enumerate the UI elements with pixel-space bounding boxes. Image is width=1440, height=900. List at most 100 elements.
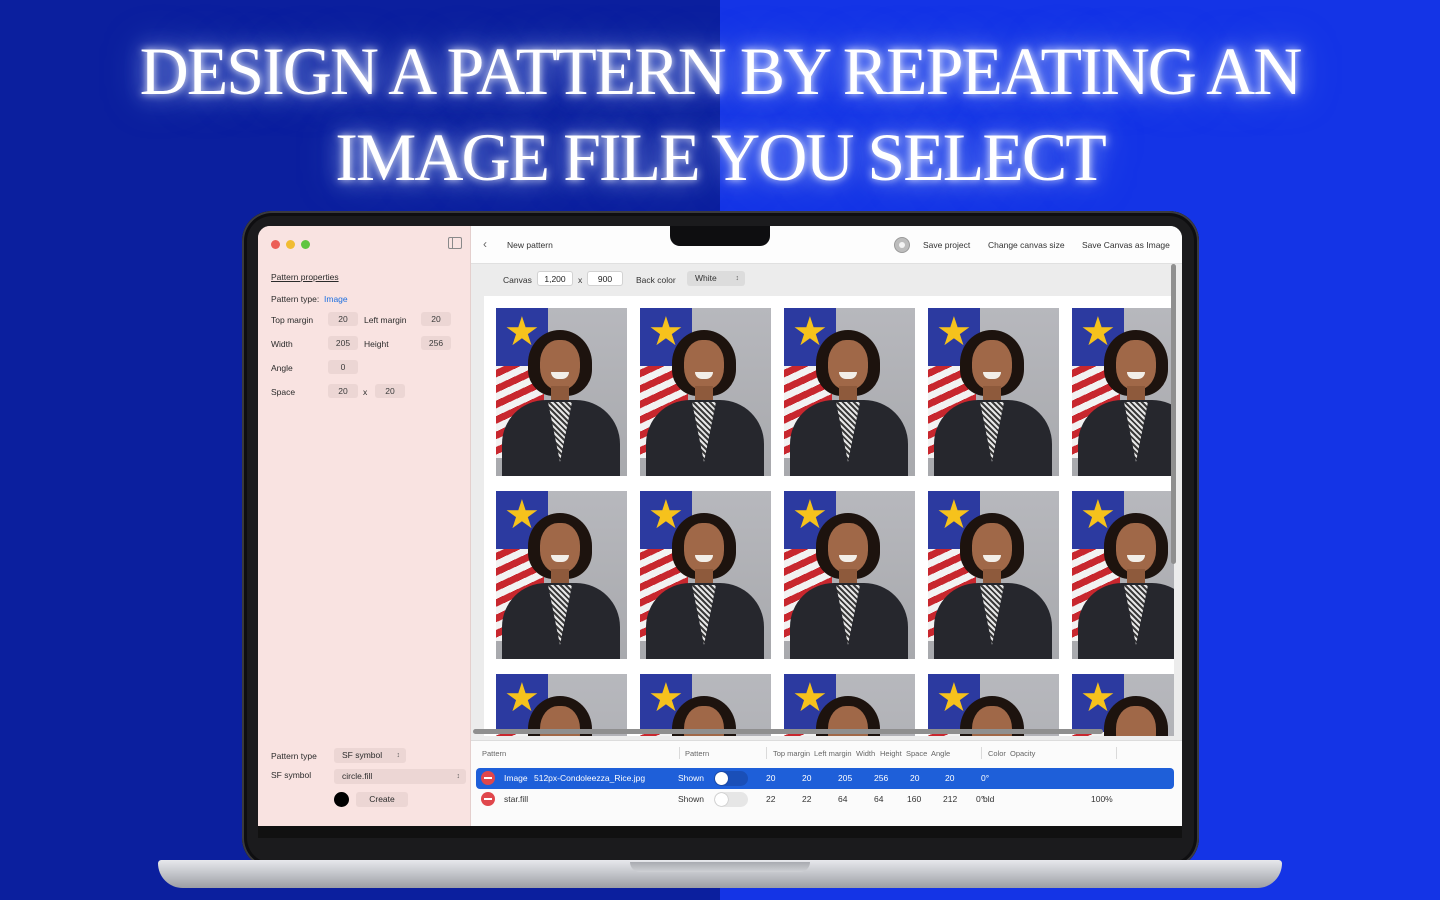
save-canvas-image-button[interactable]: Save Canvas as Image xyxy=(1082,240,1170,250)
chevron-left-icon[interactable]: ‹ xyxy=(483,237,487,251)
sf-symbol-popup[interactable]: circle.fill ↕ xyxy=(334,769,466,784)
up-down-chevron-icon: ↕ xyxy=(456,773,461,780)
create-button[interactable]: Create xyxy=(356,792,408,807)
row-space-x: 160 xyxy=(907,794,922,804)
close-window-button[interactable] xyxy=(271,240,280,249)
canvas[interactable]: ★ ★ ★ ★ ★ ★ ★ ★ ★ ★ ★ ★ ★ ★ ★ xyxy=(484,296,1174,736)
zoom-window-button[interactable] xyxy=(301,240,310,249)
top-margin-label: Top margin xyxy=(271,315,314,325)
left-margin-field[interactable]: 20 xyxy=(421,312,451,326)
space-x-field[interactable]: 20 xyxy=(328,384,358,398)
column-divider xyxy=(981,747,982,759)
portrait-face xyxy=(684,523,724,573)
pattern-tile: ★ xyxy=(1072,674,1174,736)
row-visibility: Shown xyxy=(678,794,704,804)
column-header[interactable]: Pattern xyxy=(482,749,506,758)
column-header[interactable]: Opacity xyxy=(1010,749,1035,758)
height-label: Height xyxy=(364,339,389,349)
pattern-tile: ★ xyxy=(928,674,1059,736)
column-divider xyxy=(1116,747,1117,759)
column-header[interactable]: Angle xyxy=(931,749,950,758)
row-name: 512px-Condoleezza_Rice.jpg xyxy=(534,773,646,783)
column-header[interactable]: Color xyxy=(988,749,1006,758)
portrait-face xyxy=(972,340,1012,390)
column-header[interactable]: Space xyxy=(906,749,927,758)
column-header[interactable]: Left margin xyxy=(814,749,852,758)
headline-line-1: DESIGN A PATTERN BY REPEATING AN xyxy=(139,33,1303,109)
canvas-scroll-area[interactable]: ★ ★ ★ ★ ★ ★ ★ ★ ★ ★ ★ ★ ★ ★ ★ xyxy=(471,294,1182,740)
row-angle: 0° xyxy=(981,773,990,783)
height-field[interactable]: 256 xyxy=(421,336,451,350)
pattern-type-value[interactable]: Image xyxy=(324,294,348,304)
star-icon: ★ xyxy=(792,492,828,538)
portrait-face xyxy=(684,340,724,390)
star-icon: ★ xyxy=(792,675,828,721)
pattern-tile: ★ xyxy=(496,491,627,659)
toggle-knob xyxy=(715,793,728,806)
portrait-face xyxy=(828,340,868,390)
row-space-y: 20 xyxy=(945,773,955,783)
portrait-face xyxy=(972,523,1012,573)
back-color-label: Back color xyxy=(636,275,676,285)
column-header[interactable]: Top margin xyxy=(773,749,810,758)
top-margin-field[interactable]: 20 xyxy=(328,312,358,326)
save-project-button[interactable]: Save project xyxy=(923,240,970,250)
angle-field[interactable]: 0 xyxy=(328,360,358,374)
pattern-tile: ★ xyxy=(640,674,771,736)
canvas-width-field[interactable]: 1,200 xyxy=(537,271,573,286)
pattern-tile: ★ xyxy=(784,491,915,659)
table-row[interactable]: Image 512px-Condoleezza_Rice.jpg Shown 2… xyxy=(476,768,1174,789)
canvas-height-field[interactable]: 900 xyxy=(587,271,623,286)
visibility-toggle[interactable] xyxy=(714,771,748,786)
star-icon: ★ xyxy=(1080,675,1116,721)
remove-row-icon[interactable] xyxy=(481,771,495,785)
pattern-type-popup-value: SF symbol xyxy=(342,750,383,760)
star-icon: ★ xyxy=(648,309,684,355)
star-icon: ★ xyxy=(504,309,540,355)
column-header[interactable]: Pattern xyxy=(685,749,709,758)
pattern-tile: ★ xyxy=(928,308,1059,476)
camera-notch xyxy=(670,226,770,246)
horizontal-scrollbar[interactable] xyxy=(473,729,1103,734)
headline-line-2: IMAGE FILE YOU SELECT xyxy=(335,119,1107,195)
gear-icon[interactable] xyxy=(894,237,910,253)
row-type: Image xyxy=(504,773,528,783)
row-name: star.fill xyxy=(504,794,529,804)
column-header[interactable]: Width xyxy=(856,749,875,758)
width-field[interactable]: 205 xyxy=(328,336,358,350)
color-well[interactable] xyxy=(334,792,349,807)
app-window: Pattern properties Pattern type: Image T… xyxy=(258,226,1182,826)
space-y-field[interactable]: 20 xyxy=(375,384,405,398)
vertical-scrollbar[interactable] xyxy=(1171,264,1176,564)
portrait-face xyxy=(1116,340,1156,390)
remove-row-icon[interactable] xyxy=(481,792,495,806)
column-header[interactable]: Height xyxy=(880,749,902,758)
star-icon: ★ xyxy=(504,492,540,538)
sf-symbol-label: SF symbol xyxy=(271,770,312,780)
star-icon: ★ xyxy=(936,309,972,355)
portrait-face xyxy=(540,523,580,573)
minimize-window-button[interactable] xyxy=(286,240,295,249)
star-icon: ★ xyxy=(936,492,972,538)
star-icon: ★ xyxy=(648,675,684,721)
back-color-popup[interactable]: White ↕ xyxy=(687,271,745,286)
pattern-tile: ★ xyxy=(1072,308,1174,476)
sidebar-toggle-icon[interactable] xyxy=(448,237,462,249)
star-icon: ★ xyxy=(792,309,828,355)
change-canvas-size-button[interactable]: Change canvas size xyxy=(988,240,1065,250)
row-top-margin: 22 xyxy=(766,794,776,804)
visibility-toggle[interactable] xyxy=(714,792,748,807)
left-margin-label: Left margin xyxy=(364,315,407,325)
row-space-x: 20 xyxy=(910,773,920,783)
portrait-face xyxy=(540,340,580,390)
row-left-margin: 20 xyxy=(802,773,812,783)
pattern-type-popup[interactable]: SF symbol ↕ xyxy=(334,748,406,763)
up-down-chevron-icon: ↕ xyxy=(735,275,740,282)
star-icon: ★ xyxy=(1080,309,1116,355)
back-color-popup-value: White xyxy=(695,273,717,283)
portrait-face xyxy=(1116,523,1156,573)
star-icon: ★ xyxy=(504,675,540,721)
table-row[interactable]: star.fill Shown 22 22 64 64 160 212 0° b… xyxy=(476,789,1174,810)
width-label: Width xyxy=(271,339,293,349)
pattern-tile: ★ xyxy=(784,308,915,476)
